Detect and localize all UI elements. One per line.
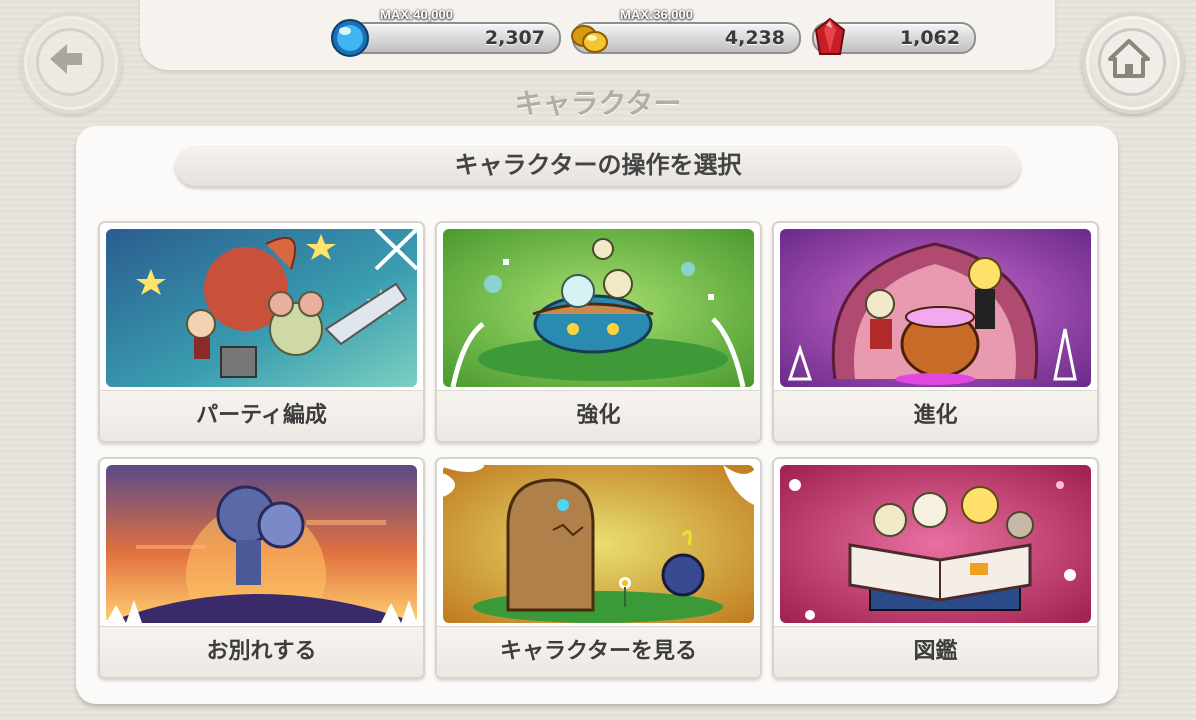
screen-title: キャラクター — [514, 87, 682, 120]
evolve-art — [780, 229, 1091, 387]
enhance-label: 強化 — [437, 390, 760, 441]
encyclopedia-card[interactable]: 図鑑 — [772, 457, 1099, 679]
blue-orb-value: 2,307 — [484, 27, 545, 49]
enhance-art — [443, 229, 754, 387]
red-gem-counter: 1,062 — [812, 17, 976, 55]
panel-title: キャラクターの操作を選択 — [175, 144, 1021, 186]
encyclopedia-label: 図鑑 — [774, 626, 1097, 677]
gold-counter: MAX:36,000 4,238 — [571, 7, 801, 54]
blue-orb-icon — [331, 19, 369, 57]
party-formation-label: パーティ編成 — [100, 390, 423, 441]
evolve-label: 進化 — [774, 390, 1097, 441]
farewell-label: お別れする — [100, 626, 423, 677]
encyclopedia-art — [780, 465, 1091, 623]
party-formation-art — [106, 229, 417, 387]
gold-coins-icon — [571, 25, 608, 53]
blue-orb-counter: MAX:40,000 2,307 — [331, 7, 561, 57]
character-menu-panel: キャラクターの操作を選択 パーティ編成 強化 進化 お別れする キャラクターを見… — [76, 126, 1118, 704]
gold-max: MAX:36,000 — [620, 7, 693, 22]
blue-orb-max: MAX:40,000 — [380, 7, 453, 22]
home-icon — [1108, 39, 1150, 78]
view-characters-label: キャラクターを見る — [437, 626, 760, 677]
view-characters-art — [443, 465, 754, 623]
view-characters-card[interactable]: キャラクターを見る — [435, 457, 762, 679]
red-gem-value: 1,062 — [899, 27, 960, 49]
party-formation-card[interactable]: パーティ編成 — [98, 221, 425, 443]
red-gem-icon — [814, 17, 846, 55]
enhance-card[interactable]: 強化 — [435, 221, 762, 443]
back-arrow-icon — [50, 44, 82, 74]
resource-bar: MAX:40,000 2,307 MAX:36,000 4,238 1,062 — [140, 0, 1055, 70]
evolve-card[interactable]: 進化 — [772, 221, 1099, 443]
farewell-art — [106, 465, 417, 623]
farewell-card[interactable]: お別れする — [98, 457, 425, 679]
gold-value: 4,238 — [724, 27, 785, 49]
